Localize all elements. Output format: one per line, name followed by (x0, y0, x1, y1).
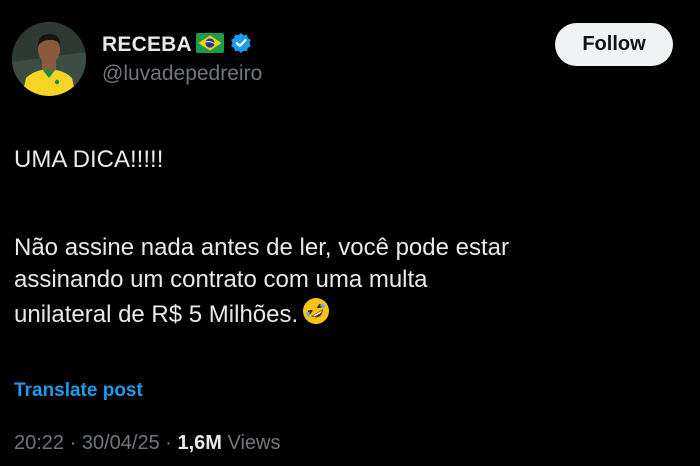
meta-separator: · (159, 432, 178, 454)
rolling-on-floor-laughing-emoji-icon (301, 296, 331, 335)
post-text-line-last: unilateral de R$ 5 Milhões. (14, 296, 684, 335)
post-time[interactable]: 20:22 (14, 432, 64, 454)
views-label: Views (221, 432, 281, 454)
post-text: UMA DICA!!!!! Não assine nada antes de l… (14, 144, 684, 335)
follow-button[interactable]: Follow (555, 23, 673, 66)
post-text-line: Não assine nada antes de ler, você pode … (14, 234, 509, 261)
brazil-flag-icon (195, 32, 224, 58)
author-handle[interactable]: @luvadepedreiro (102, 62, 262, 86)
views-count[interactable]: 1,6M (177, 432, 221, 454)
tweet-card: RECEBA @luvadepedreiro Follow UMA DICA!!… (0, 0, 700, 466)
verified-badge-icon (230, 32, 252, 59)
post-meta: 20:22 · 30/04/25 · 1,6M Views (14, 432, 281, 455)
post-text-line: UMA DICA!!!!! (14, 146, 164, 173)
author-display-name[interactable]: RECEBA (102, 33, 192, 57)
author-name-row: RECEBA (102, 32, 252, 58)
post-date[interactable]: 30/04/25 (82, 432, 160, 454)
translate-post-link[interactable]: Translate post (14, 380, 143, 402)
avatar[interactable] (12, 22, 86, 96)
meta-separator: · (64, 432, 82, 454)
post-text-line: assinando um contrato com uma multa (14, 266, 428, 293)
post-text-line-content: unilateral de R$ 5 Milhões. (14, 301, 299, 328)
